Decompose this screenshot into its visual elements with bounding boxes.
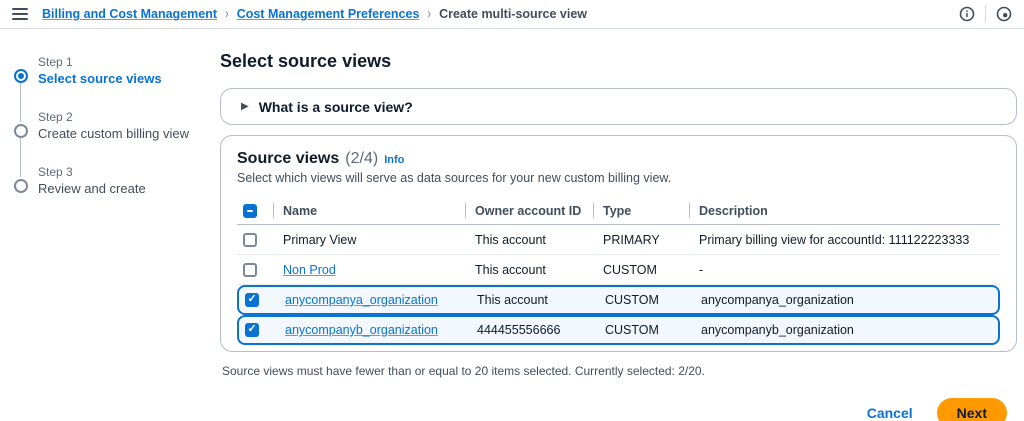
view-name[interactable]: anycompanyb_organization (285, 323, 438, 337)
table-row[interactable]: anycompanya_organization This account CU… (237, 285, 1000, 315)
row-checkbox-cell (239, 317, 275, 343)
panel-description: Select which views will serve as data so… (237, 171, 1000, 185)
step-title[interactable]: Select source views (38, 71, 162, 86)
column-header-type[interactable]: Type (593, 197, 689, 224)
column-header-owner[interactable]: Owner account ID (465, 197, 593, 224)
table-row[interactable]: anycompanyb_organization 444455556666 CU… (237, 315, 1000, 345)
step-inactive-radio-icon (14, 179, 28, 193)
expander-title: What is a source view? (259, 99, 413, 115)
wizard-step-1[interactable]: Step 1 Select source views (14, 55, 210, 110)
table-header-row: Name Owner account ID Type Description (237, 197, 1000, 225)
cell-owner-account-id: This account (465, 263, 593, 277)
cell-type: CUSTOM (595, 293, 691, 307)
table-row[interactable]: Primary View This account PRIMARY Primar… (237, 225, 1000, 255)
table-body: Primary View This account PRIMARY Primar… (237, 225, 1000, 345)
row-checkbox-cell (237, 225, 273, 254)
cell-owner-account-id: 444455556666 (467, 323, 595, 337)
what-is-source-view-expander[interactable]: ▶ What is a source view? (220, 88, 1017, 125)
select-all-cell (237, 197, 273, 224)
step-number-label: Step 2 (38, 110, 189, 124)
main-content: Select source views ▶ What is a source v… (220, 29, 1024, 421)
info-icon[interactable] (959, 6, 975, 22)
cell-description: anycompanyb_organization (691, 323, 998, 337)
cell-name: anycompanyb_organization (275, 323, 467, 337)
step-title: Review and create (38, 181, 146, 196)
column-header-description[interactable]: Description (689, 197, 1000, 224)
wizard-step-2[interactable]: Step 2 Create custom billing view (14, 110, 210, 165)
hamburger-menu-icon[interactable] (12, 8, 28, 20)
cell-owner-account-id: This account (467, 293, 595, 307)
cell-type: CUSTOM (593, 263, 689, 277)
step-number-label: Step 1 (38, 55, 162, 69)
top-navigation-bar: Billing and Cost Management › Cost Manag… (0, 0, 1024, 29)
breadcrumb-billing-link[interactable]: Billing and Cost Management (42, 7, 217, 21)
chevron-right-icon: › (225, 6, 229, 22)
source-views-panel: Source views (2/4) Info Select which vie… (220, 135, 1017, 352)
row-checkbox[interactable] (245, 323, 259, 337)
cell-description: anycompanya_organization (691, 293, 998, 307)
chevron-right-icon: › (427, 6, 431, 22)
info-link[interactable]: Info (384, 154, 404, 166)
cancel-button[interactable]: Cancel (867, 405, 913, 421)
selected-count-badge: (2/4) (345, 150, 378, 168)
source-views-table: Name Owner account ID Type Description P… (237, 197, 1000, 351)
wizard-steps-sidebar: Step 1 Select source views Step 2 Create… (0, 29, 220, 421)
row-checkbox-cell (237, 255, 273, 284)
next-button[interactable]: Next (937, 398, 1007, 421)
panel-title: Source views (237, 150, 339, 168)
column-header-name[interactable]: Name (273, 197, 465, 224)
triangle-right-icon: ▶ (241, 101, 249, 112)
row-checkbox[interactable] (243, 263, 257, 277)
cell-name: Primary View (273, 233, 465, 247)
page-title: Select source views (220, 51, 1017, 72)
cell-owner-account-id: This account (465, 233, 593, 247)
cell-name: anycompanya_organization (275, 293, 467, 307)
wizard-actions: Cancel Next (220, 398, 1017, 421)
cell-type: CUSTOM (595, 323, 691, 337)
breadcrumb-current-page: Create multi-source view (439, 7, 587, 21)
view-name: Primary View (283, 233, 356, 247)
breadcrumb: Billing and Cost Management › Cost Manag… (42, 7, 587, 21)
step-title: Create custom billing view (38, 126, 189, 141)
step-inactive-radio-icon (14, 124, 28, 138)
cell-type: PRIMARY (593, 233, 689, 247)
row-checkbox-cell (239, 287, 275, 313)
wizard-step-3[interactable]: Step 3 Review and create (14, 165, 210, 220)
panel-header: Source views (2/4) Info (237, 150, 1000, 168)
step-active-radio-icon (14, 69, 28, 83)
view-name[interactable]: anycompanya_organization (285, 293, 438, 307)
topbar-right-icons (959, 5, 1012, 23)
step-number-label: Step 3 (38, 165, 146, 179)
cell-description: - (689, 263, 1000, 277)
table-row[interactable]: Non Prod This account CUSTOM - (237, 255, 1000, 285)
clock-icon[interactable] (996, 6, 1012, 22)
row-checkbox[interactable] (245, 293, 259, 307)
row-checkbox[interactable] (243, 233, 257, 247)
cell-description: Primary billing view for accountId: 1111… (689, 233, 1000, 247)
breadcrumb-preferences-link[interactable]: Cost Management Preferences (237, 7, 420, 21)
cell-name: Non Prod (273, 263, 465, 277)
topbar-divider (985, 5, 986, 23)
select-all-checkbox[interactable] (243, 204, 257, 218)
view-name[interactable]: Non Prod (283, 263, 336, 277)
selection-constraint-note: Source views must have fewer than or equ… (222, 364, 1017, 378)
